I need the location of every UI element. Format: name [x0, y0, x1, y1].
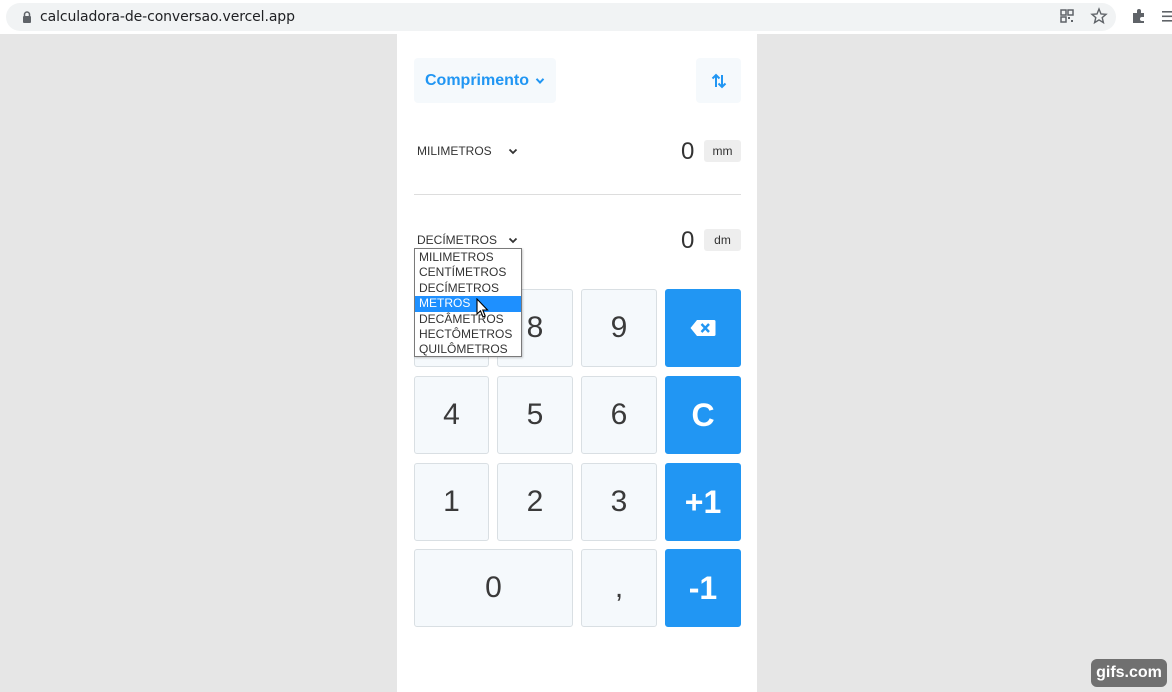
address-bar[interactable]: calculadora-de-conversao.vercel.app	[6, 3, 1116, 31]
key-3[interactable]: 3	[581, 463, 657, 541]
dropdown-option-milimetros[interactable]: MILIMETROS	[415, 250, 521, 265]
key-5[interactable]: 5	[497, 376, 573, 454]
watermark-badge: gifs.com	[1091, 659, 1167, 687]
from-value: 0	[681, 138, 695, 165]
to-unit-label: DECÍMETROS	[417, 233, 498, 247]
dropdown-option-hectometros[interactable]: HECTÔMETROS	[415, 327, 521, 342]
dropdown-option-quilometros[interactable]: QUILÔMETROS	[415, 342, 521, 357]
key-2[interactable]: 2	[497, 463, 573, 541]
extensions-puzzle-icon[interactable]	[1130, 7, 1148, 25]
swap-units-button[interactable]	[696, 58, 741, 103]
chevron-down-icon	[508, 148, 518, 155]
chevron-down-icon	[535, 77, 545, 84]
mouse-pointer-icon	[476, 298, 489, 318]
divider	[414, 194, 741, 195]
dropdown-option-metros[interactable]: METROS	[415, 296, 521, 312]
unit-dropdown-list: MILIMETROS CENTÍMETROS DECÍMETROS METROS…	[414, 248, 522, 357]
bookmark-star-icon[interactable]	[1090, 7, 1108, 25]
from-unit-badge: mm	[704, 140, 741, 162]
to-unit-select[interactable]: DECÍMETROS	[417, 233, 497, 247]
backspace-icon	[690, 320, 716, 336]
url-text: calculadora-de-conversao.vercel.app	[40, 9, 295, 25]
to-value: 0	[681, 227, 695, 254]
browser-toolbar: calculadora-de-conversao.vercel.app	[0, 0, 1172, 34]
from-unit-select[interactable]: MILIMETROS	[417, 144, 492, 158]
key-4[interactable]: 4	[414, 376, 489, 454]
dropdown-option-decimetros[interactable]: DECÍMETROS	[415, 281, 521, 296]
clear-button[interactable]: C	[665, 376, 741, 454]
key-0[interactable]: 0	[414, 549, 573, 627]
minus-one-button[interactable]: -1	[665, 549, 741, 627]
converter-card: Comprimento MILIMETROS 0 mm DECÍMETROS 0…	[397, 34, 757, 692]
to-unit-badge: dm	[704, 229, 741, 251]
key-9[interactable]: 9	[581, 289, 657, 367]
key-comma[interactable]: ,	[581, 549, 657, 627]
key-1[interactable]: 1	[414, 463, 489, 541]
from-unit-label: MILIMETROS	[417, 144, 492, 158]
dropdown-option-decametros[interactable]: DECÂMETROS	[415, 312, 521, 327]
category-label: Comprimento	[425, 71, 529, 89]
plus-one-button[interactable]: +1	[665, 463, 741, 541]
key-6[interactable]: 6	[581, 376, 657, 454]
backspace-button[interactable]	[665, 289, 741, 367]
qr-code-icon[interactable]	[1058, 7, 1076, 25]
dropdown-option-centimetros[interactable]: CENTÍMETROS	[415, 265, 521, 280]
category-dropdown-button[interactable]: Comprimento	[414, 58, 556, 103]
lock-icon	[23, 11, 31, 23]
chevron-down-icon	[508, 237, 518, 244]
menu-icon[interactable]	[1158, 7, 1172, 25]
swap-arrows-icon	[711, 73, 726, 88]
